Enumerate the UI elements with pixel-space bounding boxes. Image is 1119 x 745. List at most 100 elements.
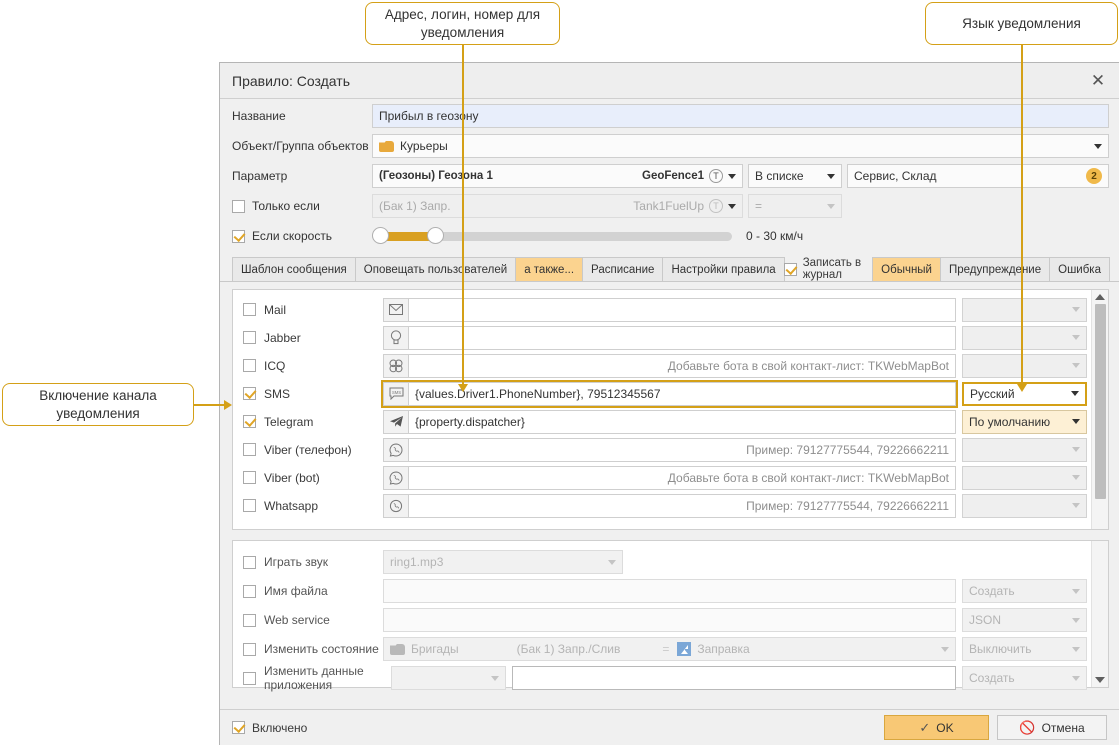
tab-schedule[interactable]: Расписание [582, 257, 664, 281]
close-icon[interactable]: ✕ [1087, 70, 1109, 92]
channel-sms-input[interactable]: {values.Driver1.PhoneNumber}, 7951234556… [408, 381, 956, 406]
callout-address: Адрес, логин, номер для уведомления [365, 2, 560, 45]
actions-scrollbar[interactable] [1091, 541, 1108, 687]
parameter-select[interactable]: (Геозоны) Геозона 1 GeoFence1 T [372, 164, 743, 188]
enabled-checkbox-row[interactable]: Включено [232, 721, 307, 735]
action-sound-checkbox-row[interactable]: Играть звук [243, 555, 383, 569]
channel-whatsapp-language-select[interactable] [962, 493, 1087, 518]
action-state-checkbox-row[interactable]: Изменить состояние [243, 642, 383, 656]
action-appdata-mode-select[interactable]: Создать [962, 666, 1087, 690]
channel-whatsapp-checkbox-row[interactable]: Whatsapp [243, 499, 383, 513]
action-appdata-input[interactable] [512, 666, 956, 690]
journal-checkbox[interactable] [783, 262, 797, 276]
tab-message-template[interactable]: Шаблон сообщения [232, 257, 356, 281]
channel-viber-phone-input[interactable]: Пример: 79127775544, 79226662211 [408, 437, 956, 462]
channel-jabber-language-select[interactable] [962, 325, 1087, 350]
channel-viber-phone-checkbox-row[interactable]: Viber (телефон) [243, 443, 383, 457]
speed-slider-knob-max[interactable] [427, 227, 444, 244]
channels-panel: Mail Jabber ICQ Добавьте бота в свой кон… [232, 289, 1109, 530]
action-sound-checkbox[interactable] [243, 555, 256, 569]
tab-rule-settings[interactable]: Настройки правила [662, 257, 785, 281]
action-filename-format-select[interactable]: Создать [962, 579, 1087, 603]
enabled-checkbox[interactable] [232, 721, 245, 734]
channel-mail-checkbox-row[interactable]: Mail [243, 303, 383, 317]
channels-scrollbar[interactable] [1091, 290, 1108, 529]
only-if-checkbox[interactable] [232, 199, 245, 213]
scroll-up-icon[interactable] [1095, 294, 1105, 300]
channel-sms-checkbox-row[interactable]: SMS [243, 387, 383, 401]
action-state-checkbox[interactable] [243, 642, 256, 656]
channel-telegram-language-select[interactable]: По умолчанию [962, 409, 1087, 434]
scroll-down-icon[interactable] [1095, 677, 1105, 683]
only-if-checkbox-row[interactable]: Только если [232, 199, 372, 213]
speed-slider-knob-min[interactable] [372, 227, 389, 244]
only-if-param-select[interactable]: (Бак 1) Запр. Tank1FuelUp T [372, 194, 743, 218]
action-state-param: (Бак 1) Запр./Слив [516, 642, 621, 656]
channel-viber-phone-checkbox[interactable] [243, 443, 256, 456]
action-appdata-checkbox-row[interactable]: Изменить данные приложения [243, 664, 383, 692]
chevron-down-icon [1072, 335, 1080, 340]
action-appdata-select[interactable] [391, 666, 506, 690]
speed-checkbox-row[interactable]: Если скорость [232, 229, 372, 243]
channel-row-viber-bot: Viber (bot) Добавьте бота в свой контакт… [243, 465, 1087, 490]
channel-telegram-value: {property.dispatcher} [415, 414, 525, 429]
action-webservice-checkbox-row[interactable]: Web service [243, 613, 383, 627]
only-if-operator-select[interactable]: = [748, 194, 842, 218]
name-input[interactable]: Прибыл в геозону [372, 104, 1109, 128]
channel-whatsapp-label: Whatsapp [264, 498, 319, 513]
cancel-button[interactable]: 🚫 Отмена [997, 715, 1107, 740]
channel-sms-checkbox[interactable] [243, 387, 256, 400]
channel-viber-bot-input[interactable]: Добавьте бота в свой контакт-лист: TKWeb… [408, 465, 956, 490]
parameter-value: (Геозоны) Геозона 1 [379, 170, 493, 182]
channel-mail-language-select[interactable] [962, 297, 1087, 322]
channel-whatsapp-checkbox[interactable] [243, 499, 256, 512]
channel-mail-input[interactable] [408, 297, 956, 322]
action-filename-checkbox[interactable] [243, 584, 256, 598]
channel-row-mail: Mail [243, 297, 1087, 322]
callout-address-text: Адрес, логин, номер для уведомления [384, 6, 541, 40]
channel-icq-checkbox[interactable] [243, 359, 256, 372]
channel-whatsapp-input[interactable]: Пример: 79127775544, 79226662211 [408, 493, 956, 518]
channel-viber-bot-language-select[interactable] [962, 465, 1087, 490]
channel-icq-language-select[interactable] [962, 353, 1087, 378]
action-filename-input[interactable] [383, 579, 956, 603]
level-warning[interactable]: Предупреждение [940, 257, 1051, 281]
channel-telegram-checkbox[interactable] [243, 415, 256, 428]
speed-checkbox[interactable] [232, 229, 245, 243]
channel-viber-phone-language-select[interactable] [962, 437, 1087, 462]
channel-jabber-checkbox[interactable] [243, 331, 256, 344]
action-filename-checkbox-row[interactable]: Имя файла [243, 584, 383, 598]
action-row-webservice: Web service JSON [243, 607, 1087, 633]
parameter-condition-select[interactable]: В списке [748, 164, 842, 188]
channel-telegram-checkbox-row[interactable]: Telegram [243, 415, 383, 429]
channel-mail-checkbox[interactable] [243, 303, 256, 316]
chevron-down-icon [1071, 391, 1079, 396]
journal-checkbox-row[interactable]: Записать в журнал [783, 257, 864, 281]
action-state-select[interactable]: Бригады (Бак 1) Запр./Слив = Заправка [383, 637, 956, 661]
action-appdata-checkbox[interactable] [243, 671, 256, 685]
channel-jabber-checkbox-row[interactable]: Jabber [243, 331, 383, 345]
channel-jabber-input[interactable] [408, 325, 956, 350]
action-webservice-checkbox[interactable] [243, 613, 256, 627]
level-normal[interactable]: Обычный [872, 257, 941, 281]
speed-slider[interactable] [372, 224, 732, 248]
channel-icq-input[interactable]: Добавьте бота в свой контакт-лист: TKWeb… [408, 353, 956, 378]
channel-icq-checkbox-row[interactable]: ICQ [243, 359, 383, 373]
rule-top-form: Название Прибыл в геозону Объект/Группа … [220, 99, 1119, 257]
action-sound-select[interactable]: ring1.mp3 [383, 550, 623, 574]
parameter-list-input[interactable]: Сервис, Склад 2 [847, 164, 1109, 188]
level-error[interactable]: Ошибка [1049, 257, 1110, 281]
channel-telegram-input[interactable]: {property.dispatcher} [408, 409, 956, 434]
action-webservice-format-select[interactable]: JSON [962, 608, 1087, 632]
tab-notify-users[interactable]: Оповещать пользователей [354, 257, 517, 281]
channel-viber-bot-checkbox-row[interactable]: Viber (bot) [243, 471, 383, 485]
channel-viber-bot-checkbox[interactable] [243, 471, 256, 484]
tab-also[interactable]: а также... [515, 257, 584, 281]
channels-scroll-thumb[interactable] [1094, 304, 1106, 499]
ok-button[interactable]: ✓ OK [884, 715, 989, 740]
action-state-mode-select[interactable]: Выключить [962, 637, 1087, 661]
channel-telegram-language-value: По умолчанию [969, 414, 1051, 429]
viber-phone-icon [383, 437, 408, 462]
action-webservice-input[interactable] [383, 608, 956, 632]
object-select[interactable]: Курьеры [372, 134, 1109, 158]
